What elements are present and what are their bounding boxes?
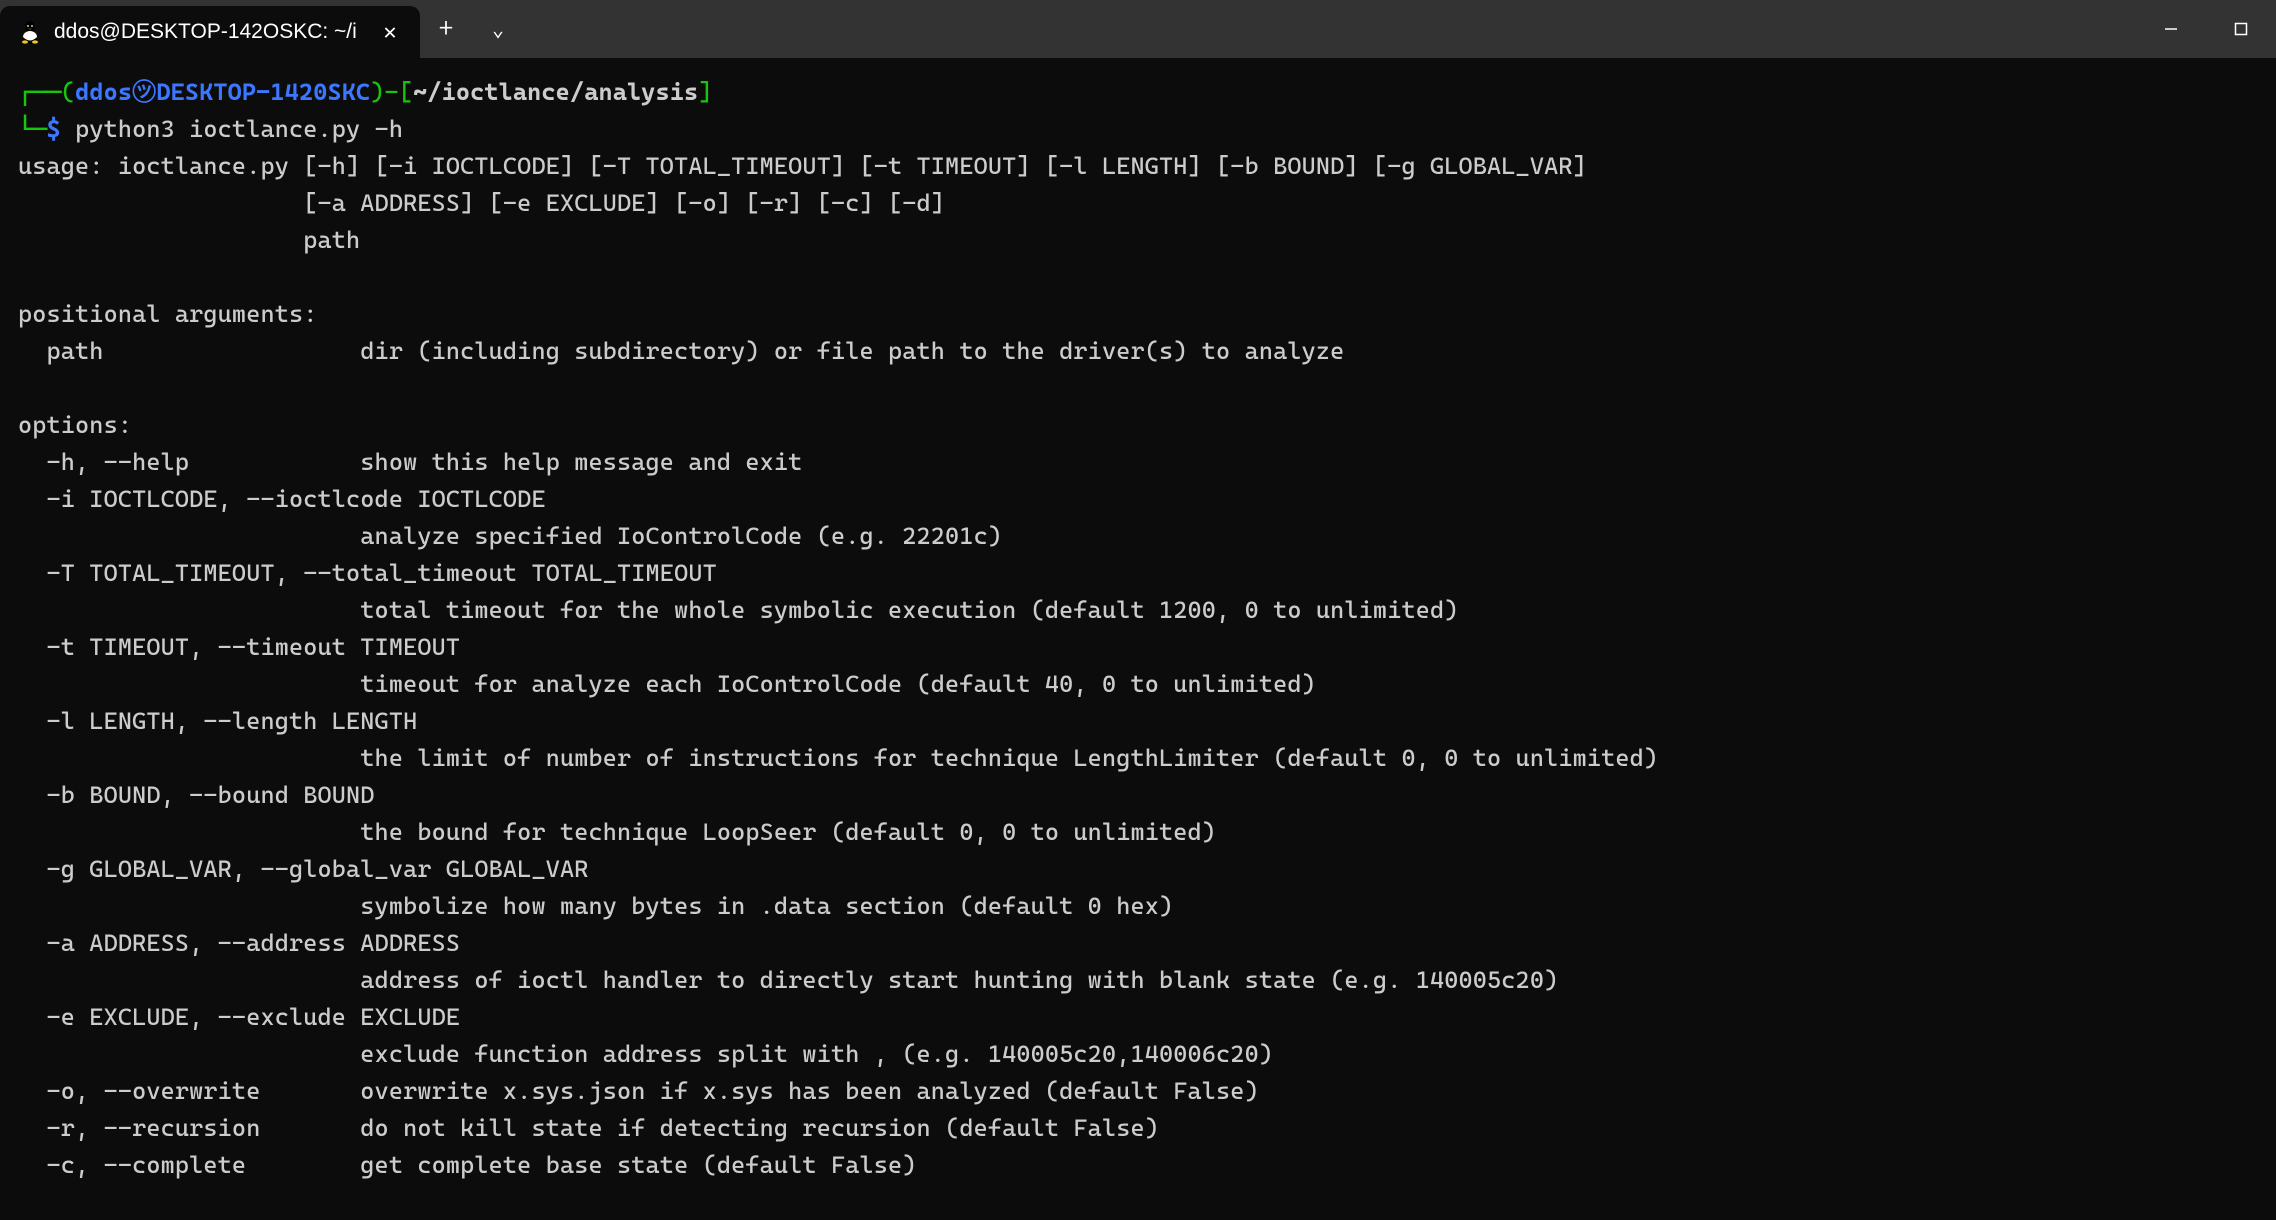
- tab-close-button[interactable]: ✕: [378, 20, 402, 44]
- prompt-sep: -: [385, 78, 399, 106]
- prompt-user: ddos: [75, 78, 132, 106]
- out-l01: usage: ioctlance.py [-h] [-i IOCTLCODE] …: [18, 152, 1587, 180]
- tux-icon: [18, 20, 42, 44]
- out-l18: -b BOUND, --bound BOUND: [18, 781, 375, 809]
- out-l27: -r, --recursion do not kill state if det…: [18, 1114, 1159, 1142]
- tab-dropdown-button[interactable]: ⌄: [472, 0, 524, 58]
- prompt-dollar: $: [47, 115, 61, 143]
- prompt-path-open: [: [399, 78, 413, 106]
- out-l26: -o, --overwrite overwrite x.sys.json if …: [18, 1077, 1259, 1105]
- command-text: python3 ioctlance.py -h: [75, 115, 403, 143]
- tab-title: ddos@DESKTOP-142OSKC: ~/i: [54, 20, 366, 44]
- window-titlebar: ddos@DESKTOP-142OSKC: ~/i ✕ + ⌄: [0, 0, 2276, 58]
- out-l21: symbolize how many bytes in .data sectio…: [18, 892, 1173, 920]
- out-l23: address of ioctl handler to directly sta…: [18, 966, 1558, 994]
- out-l15: timeout for analyze each IoControlCode (…: [18, 670, 1316, 698]
- out-l06: path dir (including subdirectory) or fil…: [18, 337, 1344, 365]
- out-l03: path: [18, 226, 360, 254]
- out-l14: -t TIMEOUT, --timeout TIMEOUT: [18, 633, 460, 661]
- out-l10: -i IOCTLCODE, --ioctlcode IOCTLCODE: [18, 485, 546, 513]
- out-l11: analyze specified IoControlCode (e.g. 22…: [18, 522, 1002, 550]
- window-maximize-button[interactable]: [2206, 0, 2276, 58]
- out-l25: exclude function address split with , (e…: [18, 1040, 1273, 1068]
- out-l12: -T TOTAL_TIMEOUT, --total_timeout TOTAL_…: [18, 559, 717, 587]
- prompt-line2-lead: └─: [18, 115, 47, 143]
- window-minimize-button[interactable]: [2136, 0, 2206, 58]
- out-l19: the bound for technique LoopSeer (defaul…: [18, 818, 1216, 846]
- out-l24: -e EXCLUDE, --exclude EXCLUDE: [18, 1003, 460, 1031]
- prompt-path-close: ]: [698, 78, 712, 106]
- out-l20: -g GLOBAL_VAR, --global_var GLOBAL_VAR: [18, 855, 589, 883]
- out-l13: total timeout for the whole symbolic exe…: [18, 596, 1459, 624]
- out-l02: [-a ADDRESS] [-e EXCLUDE] [-o] [-r] [-c]…: [18, 189, 945, 217]
- prompt-close-paren: ): [370, 78, 384, 106]
- out-l08: options:: [18, 411, 132, 439]
- terminal-tab[interactable]: ddos@DESKTOP-142OSKC: ~/i ✕: [0, 6, 420, 58]
- terminal-output[interactable]: ┌──(ddos㋡DESKTOP-1420SKC)-[~/ioctlance/a…: [0, 58, 2276, 1200]
- prompt-at: ㋡: [132, 78, 156, 106]
- out-l09: -h, --help show this help message and ex…: [18, 448, 802, 476]
- out-l16: -l LENGTH, --length LENGTH: [18, 707, 417, 735]
- out-l05: positional arguments:: [18, 300, 318, 328]
- out-l17: the limit of number of instructions for …: [18, 744, 1658, 772]
- prompt-host: DESKTOP-1420SKC: [156, 78, 370, 106]
- new-tab-button[interactable]: +: [420, 0, 472, 58]
- prompt-path: ~/ioctlance/analysis: [413, 78, 698, 106]
- out-l22: -a ADDRESS, --address ADDRESS: [18, 929, 460, 957]
- prompt-line1-lead: ┌──(: [18, 78, 75, 106]
- out-l28: -c, --complete get complete base state (…: [18, 1151, 917, 1179]
